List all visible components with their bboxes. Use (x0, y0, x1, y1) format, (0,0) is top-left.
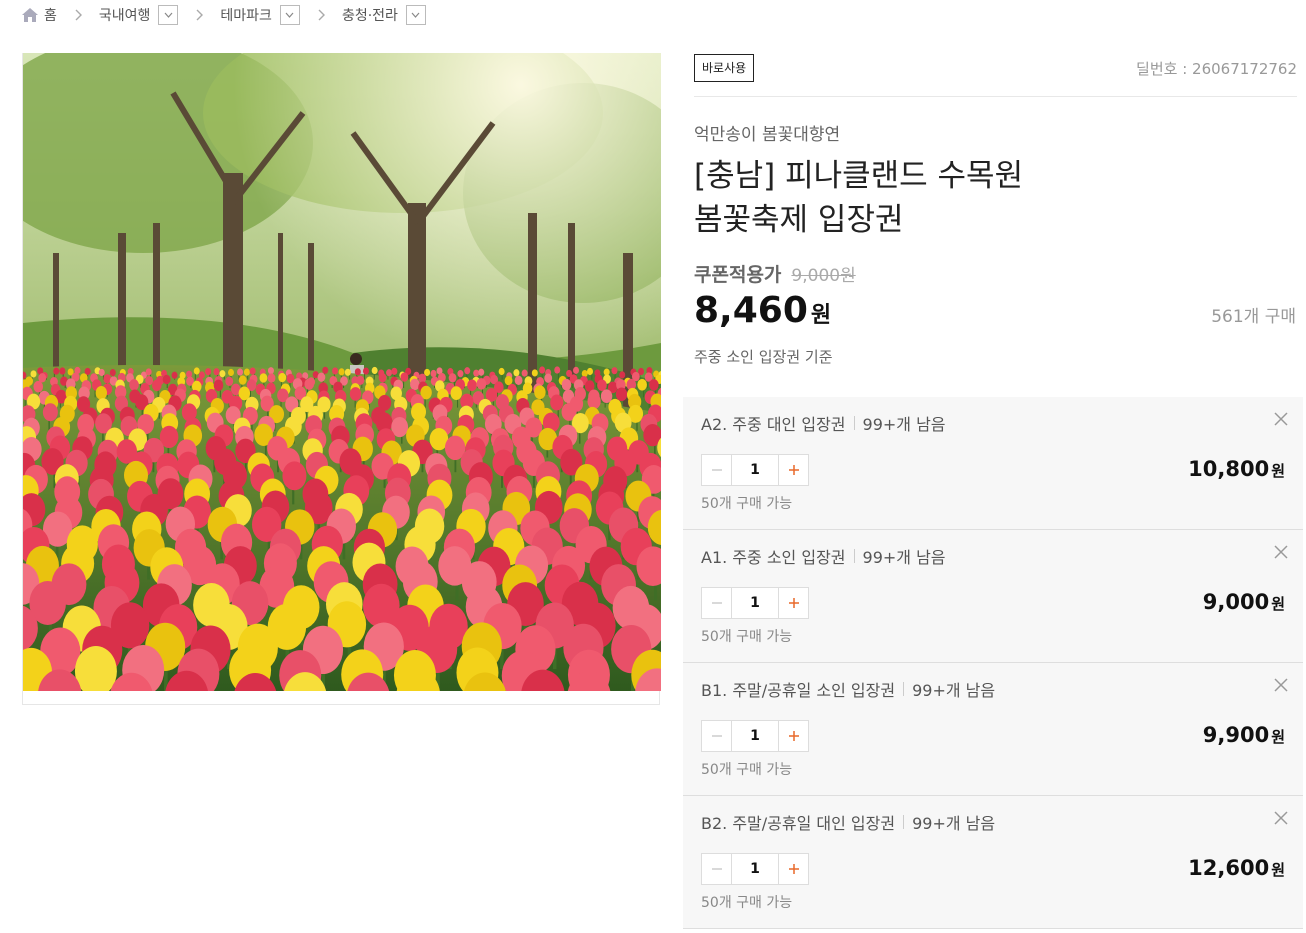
breadcrumb-item-domestic[interactable]: 국내여행 (99, 5, 179, 25)
quantity-value[interactable]: 1 (732, 854, 778, 884)
quantity-stepper: 1 (701, 587, 809, 619)
quantity-stepper: 1 (701, 720, 809, 752)
breadcrumb-label: 충청·전라 (341, 8, 398, 24)
divider (903, 682, 905, 696)
option-name: B1. 주말/공휴일 소인 입장권 (701, 681, 896, 700)
quantity-value[interactable]: 1 (732, 721, 778, 751)
breadcrumb-label: 테마파크 (220, 8, 272, 24)
breadcrumb: 홈 국내여행 테마파크 충청·전라 (22, 4, 426, 26)
option-name: B2. 주말/공휴일 대인 입장권 (701, 814, 896, 833)
deal-number: 딜번호 : 26067172762 (1136, 59, 1297, 78)
minus-icon (711, 469, 722, 471)
breadcrumb-label: 국내여행 (98, 8, 151, 24)
close-icon[interactable] (1273, 544, 1289, 560)
divider (694, 96, 1297, 97)
quantity-stepper: 1 (701, 853, 809, 885)
option-price: 10,800 원 (1188, 457, 1285, 481)
decrease-button[interactable] (702, 721, 732, 751)
increase-button[interactable] (778, 588, 808, 618)
option-stock: 99+개 남음 (912, 681, 996, 700)
sale-price-unit: 원 (810, 303, 832, 328)
minus-icon (711, 868, 722, 870)
home-icon (22, 8, 38, 22)
option-price-value: 12,600 (1188, 856, 1270, 880)
product-info-header: 바로사용 딜번호 : 26067172762 (694, 53, 1297, 83)
sale-price-value: 8,460 (694, 290, 808, 331)
chevron-right-icon (318, 9, 326, 21)
product-title: [충남] 피나클랜드 수목원 봄꽃축제 입장권 (694, 154, 1254, 242)
divider (853, 416, 855, 430)
decrease-button[interactable] (702, 588, 732, 618)
selected-options-list: A2. 주중 대인 입장권 99+개 남음 1 50개 구매 가능 10,800… (683, 397, 1303, 929)
close-icon[interactable] (1273, 411, 1289, 427)
option-item-b1: B1. 주말/공휴일 소인 입장권 99+개 남음 1 50개 구매 가능 9,… (683, 663, 1303, 796)
sale-price: 8,460 원 (694, 290, 831, 331)
option-item-a2: A2. 주중 대인 입장권 99+개 남음 1 50개 구매 가능 10,800… (683, 397, 1303, 530)
option-stock: 99+개 남음 (862, 415, 946, 434)
decrease-button[interactable] (702, 854, 732, 884)
option-price-value: 10,800 (1188, 457, 1270, 481)
product-image-frame (22, 53, 661, 705)
increase-button[interactable] (778, 721, 808, 751)
plus-icon (788, 864, 799, 874)
product-subtitle: 억만송이 봄꽃대향연 (694, 125, 841, 145)
option-price: 9,000 원 (1203, 590, 1285, 614)
increase-button[interactable] (778, 854, 808, 884)
option-stock: 99+개 남음 (912, 814, 996, 833)
coupon-price-row: 쿠폰적용가 9,000원 (694, 260, 856, 287)
divider (853, 549, 855, 563)
chevron-right-icon (75, 9, 83, 21)
option-price-unit: 원 (1271, 462, 1285, 480)
breadcrumb-item-themepark[interactable]: 테마파크 (220, 5, 300, 25)
option-price: 12,600 원 (1188, 856, 1285, 880)
chevron-right-icon (196, 9, 204, 21)
chevron-down-icon[interactable] (279, 5, 300, 25)
chevron-down-icon[interactable] (405, 5, 426, 25)
original-price: 9,000원 (791, 266, 856, 286)
purchase-count: 561개 구매 (1211, 307, 1296, 327)
plus-icon (788, 598, 799, 608)
plus-icon (788, 731, 799, 741)
option-price: 9,900 원 (1203, 723, 1285, 747)
coupon-price-label: 쿠폰적용가 (694, 264, 782, 286)
breadcrumb-home-label: 홈 (44, 8, 57, 24)
option-item-b2: B2. 주말/공휴일 대인 입장권 99+개 남음 1 50개 구매 가능 12… (683, 796, 1303, 929)
breadcrumb-home[interactable]: 홈 (22, 5, 57, 25)
option-name: A1. 주중 소인 입장권 (701, 548, 846, 567)
plus-icon (788, 465, 799, 475)
divider (903, 815, 905, 829)
product-title-line2: 봄꽃축제 입장권 (694, 202, 904, 238)
breadcrumb-item-region[interactable]: 충청·전라 (342, 5, 426, 25)
option-stock: 99+개 남음 (862, 548, 946, 567)
minus-icon (711, 602, 722, 604)
quantity-value[interactable]: 1 (732, 588, 778, 618)
minus-icon (711, 735, 722, 737)
product-title-line1: [충남] 피나클랜드 수목원 (694, 158, 1024, 194)
option-price-value: 9,900 (1202, 723, 1270, 747)
decrease-button[interactable] (702, 455, 732, 485)
tulip-garden-image (23, 53, 661, 691)
purchase-limit: 50개 구매 가능 (701, 762, 793, 778)
purchase-limit: 50개 구매 가능 (701, 496, 793, 512)
option-price-value: 9,000 (1202, 590, 1270, 614)
price-basis-note: 주중 소인 입장권 기준 (694, 348, 833, 366)
quantity-value[interactable]: 1 (732, 455, 778, 485)
purchase-limit: 50개 구매 가능 (701, 895, 793, 911)
quantity-stepper: 1 (701, 454, 809, 486)
instant-use-badge: 바로사용 (694, 54, 755, 82)
chevron-down-icon[interactable] (158, 5, 179, 25)
close-icon[interactable] (1273, 810, 1289, 826)
close-icon[interactable] (1273, 677, 1289, 693)
purchase-limit: 50개 구매 가능 (701, 629, 793, 645)
option-price-unit: 원 (1271, 595, 1285, 613)
increase-button[interactable] (778, 455, 808, 485)
option-item-a1: A1. 주중 소인 입장권 99+개 남음 1 50개 구매 가능 9,000 … (683, 530, 1303, 663)
option-price-unit: 원 (1271, 728, 1285, 746)
option-name: A2. 주중 대인 입장권 (701, 415, 846, 434)
product-photo[interactable] (23, 53, 661, 691)
option-price-unit: 원 (1271, 861, 1285, 879)
